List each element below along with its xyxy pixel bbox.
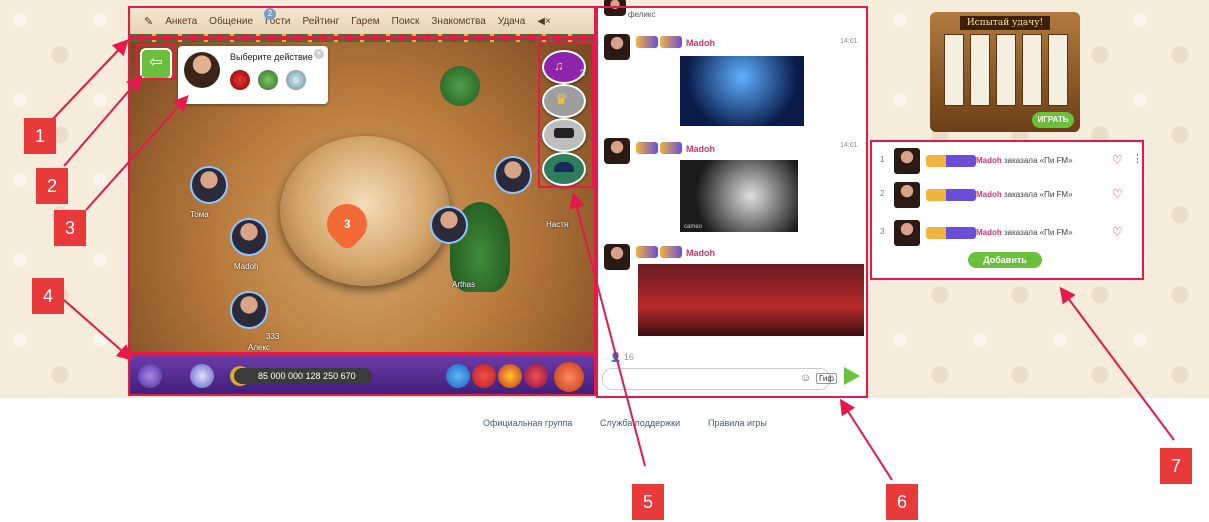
annotation-label: 7	[1160, 448, 1192, 484]
annotation-label: 2	[36, 168, 68, 204]
annotation-label: 5	[632, 484, 664, 520]
annotation-label: 1	[24, 118, 56, 154]
annotation-arrows	[49, 39, 1175, 481]
annotation-label: 3	[54, 210, 86, 246]
annotation-label: 4	[32, 278, 64, 314]
annotation-label: 6	[886, 484, 918, 520]
